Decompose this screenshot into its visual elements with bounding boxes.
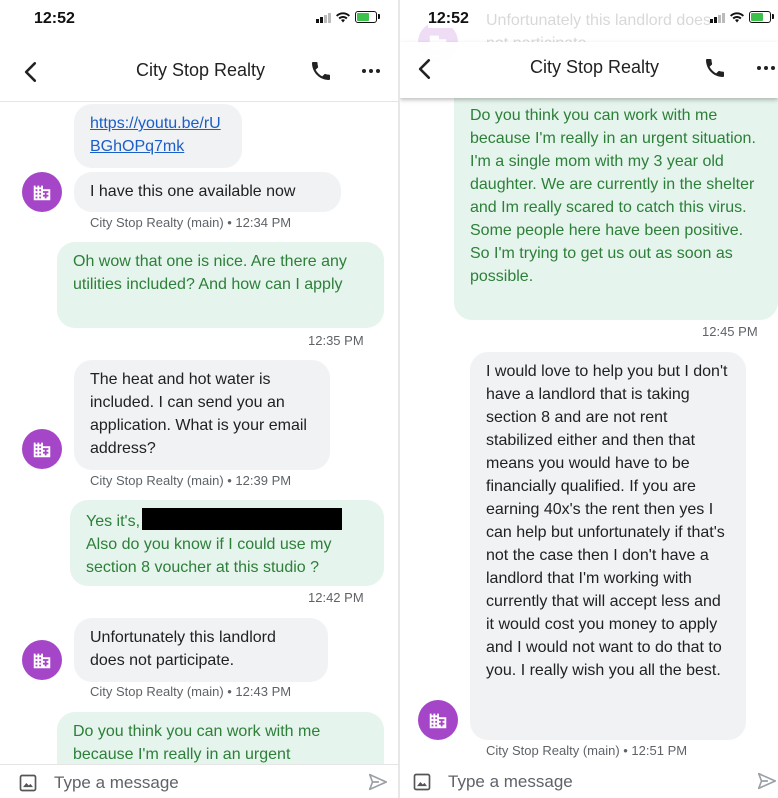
more-vert-icon[interactable] [359, 59, 383, 83]
image-icon[interactable] [412, 772, 432, 792]
message-bubble-incoming[interactable]: https://youtu.be/rUBGhOPq7mk [74, 104, 242, 168]
message-bubble-outgoing[interactable]: Yes it's, Also do you know if I could us… [70, 500, 384, 586]
phone-icon[interactable] [703, 56, 727, 80]
signal-icon [710, 12, 725, 23]
message-bubble-incoming[interactable]: Unfortunately this landlord does not par… [74, 618, 328, 682]
contact-avatar[interactable] [22, 640, 62, 680]
youtube-link[interactable]: https://youtu.be/rUBGhOPq7mk [90, 115, 221, 155]
right-screen: Unfortunately this landlord does not par… [400, 0, 778, 798]
signal-icon [316, 12, 331, 23]
business-building-icon [33, 185, 51, 201]
battery-charging-icon [749, 11, 774, 23]
contact-avatar[interactable] [22, 172, 62, 212]
wifi-icon [730, 12, 744, 23]
message-meta: City Stop Realty (main) • 12:43 PM [90, 684, 292, 699]
message-input[interactable]: Type a message [448, 772, 573, 792]
status-icons [316, 11, 380, 23]
redacted-email [142, 508, 343, 530]
message-text: Yes it's, [86, 513, 141, 530]
send-icon[interactable] [367, 771, 389, 793]
image-icon[interactable] [18, 773, 38, 793]
status-icons [710, 11, 774, 23]
message-meta: City Stop Realty (main) • 12:39 PM [90, 473, 292, 488]
business-building-icon [33, 442, 51, 458]
header-divider [0, 101, 398, 102]
contact-name: City Stop Realty [136, 60, 266, 80]
business-building-icon [429, 713, 447, 729]
business-building-icon [33, 653, 51, 669]
contact-avatar[interactable] [418, 700, 458, 740]
status-time: 12:52 [34, 10, 75, 27]
send-icon[interactable] [756, 770, 778, 792]
back-arrow-icon[interactable] [412, 56, 438, 82]
status-time: 12:52 [428, 10, 473, 28]
message-timestamp: 12:35 PM [308, 333, 364, 348]
wifi-icon [336, 12, 350, 23]
status-bar: 12:52 [400, 0, 778, 40]
message-timestamp: 12:45 PM [702, 324, 758, 339]
message-bubble-incoming[interactable]: I would love to help you but I don't hav… [470, 352, 746, 740]
battery-charging-icon [355, 11, 380, 23]
message-bubble-incoming[interactable]: I have this one available now [74, 172, 341, 212]
more-vert-icon[interactable] [754, 56, 778, 80]
left-screen: 12:52 City Stop Realty https://youtu.be/… [0, 0, 398, 798]
message-text: Also do you know if I could use my secti… [86, 536, 332, 576]
phone-icon[interactable] [309, 59, 333, 83]
status-bar: 12:52 [0, 0, 398, 40]
screenshot-composite: 12:52 City Stop Realty https://youtu.be/… [0, 0, 778, 798]
compose-bar: Type a message [400, 764, 778, 798]
message-bubble-incoming[interactable]: The heat and hot water is included. I ca… [74, 360, 330, 470]
message-bubble-outgoing[interactable]: Oh wow that one is nice. Are there any u… [57, 242, 384, 328]
conversation-header: City Stop Realty [0, 45, 398, 101]
message-timestamp: 12:42 PM [308, 590, 364, 605]
conversation-header: City Stop Realty [400, 42, 778, 98]
message-bubble-outgoing[interactable]: Do you think you can work with me becaus… [454, 96, 778, 320]
message-meta: City Stop Realty (main) • 12:34 PM [90, 215, 292, 230]
contact-avatar[interactable] [22, 429, 62, 469]
back-arrow-icon[interactable] [18, 59, 44, 85]
message-meta: City Stop Realty (main) • 12:51 PM [486, 743, 688, 758]
message-input[interactable]: Type a message [54, 773, 179, 793]
compose-bar: Type a message [0, 764, 398, 798]
contact-name: City Stop Realty [530, 57, 660, 77]
